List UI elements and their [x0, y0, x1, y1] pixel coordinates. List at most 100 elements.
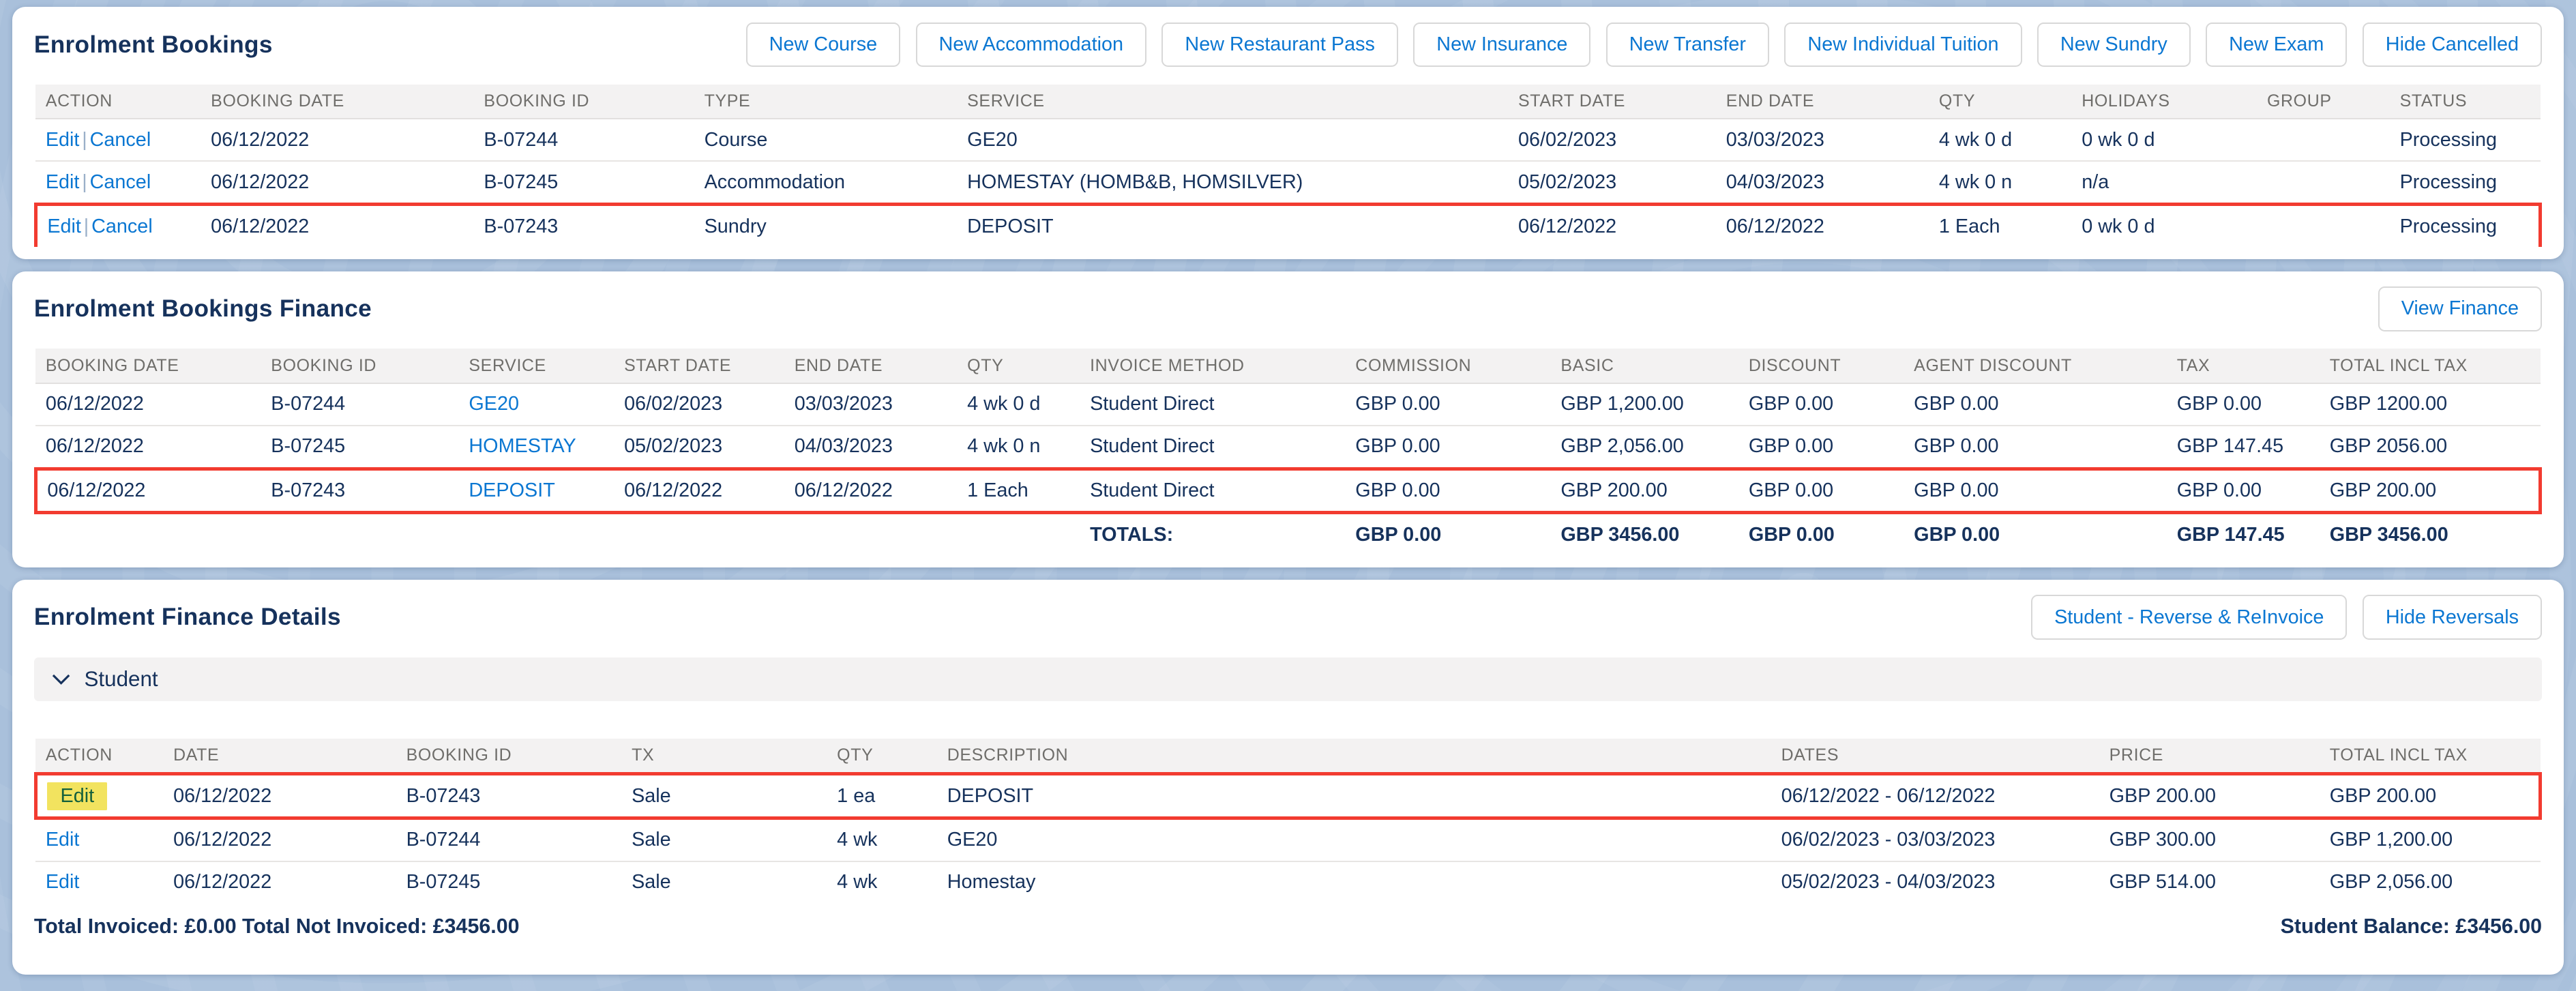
new-sundry-button[interactable]: New Sundry	[2037, 23, 2191, 68]
cell-dates: 06/02/2023 - 03/03/2023	[1771, 818, 2099, 861]
bookings-table: ACTIONBOOKING DATEBOOKING IDTYPESERVICES…	[34, 85, 2542, 247]
cell-qty: 4 wk 0 n	[1929, 161, 2072, 204]
table-row-flagged: Edit|Cancel06/12/2022B-07243SundryDEPOSI…	[35, 205, 2540, 247]
cell-booking-id: B-07244	[474, 119, 694, 161]
cell-basic: GBP 2,056.00	[1551, 426, 1738, 469]
link-separator: |	[79, 171, 89, 193]
cell-end-date: 04/03/2023	[1716, 161, 1929, 204]
cell-commission: GBP 0.00	[1346, 469, 1551, 513]
student-group-header[interactable]: Student	[34, 657, 2542, 701]
column-header-tx: TX	[622, 739, 827, 774]
cell-booking-id: B-07243	[474, 205, 694, 247]
cell-status: Processing	[2390, 205, 2540, 247]
cancel-link[interactable]: Cancel	[90, 171, 151, 193]
edit-link[interactable]: Edit	[46, 829, 80, 851]
hide-cancelled-button[interactable]: Hide Cancelled	[2363, 23, 2542, 68]
cell-booking-id: B-07245	[474, 161, 694, 204]
new-exam-button[interactable]: New Exam	[2206, 23, 2347, 68]
new-individual-tuition-button[interactable]: New Individual Tuition	[1784, 23, 2022, 68]
cell-agent-discount: GBP 0.00	[1904, 469, 2167, 513]
ge20-link[interactable]: GE20	[469, 393, 519, 415]
new-insurance-button[interactable]: New Insurance	[1413, 23, 1590, 68]
cell-commission: GBP 0.00	[1346, 383, 1551, 426]
cell-group	[2257, 205, 2390, 247]
edit-link[interactable]: Edit	[47, 782, 107, 810]
finance-title: Enrolment Bookings Finance	[34, 295, 372, 323]
cell-start-date: 06/12/2022	[1509, 205, 1717, 247]
column-header-discount: DISCOUNT	[1738, 349, 1904, 383]
cell-tax: GBP 0.00	[2167, 383, 2320, 426]
edit-link[interactable]: Edit	[46, 129, 80, 151]
column-header-total-incl-tax: TOTAL INCL TAX	[2320, 349, 2540, 383]
column-header-service: SERVICE	[459, 349, 615, 383]
homestay-link[interactable]: HOMESTAY	[469, 435, 576, 457]
cell-start-date	[615, 513, 785, 555]
table-row: 06/12/2022B-07245HOMESTAY05/02/202304/03…	[35, 426, 2540, 469]
column-header-price: PRICE	[2099, 739, 2320, 774]
table-row: Edit|Cancel06/12/2022B-07244CourseGE2006…	[35, 119, 2540, 161]
new-course-button[interactable]: New Course	[746, 23, 900, 68]
cell-holidays: 0 wk 0 d	[2072, 119, 2257, 161]
cell-description: GE20	[937, 818, 1771, 861]
column-header-qty: QTY	[958, 349, 1080, 383]
cell-booking-id	[261, 513, 459, 555]
column-header-date: DATE	[164, 739, 397, 774]
cell-qty: 4 wk 0 n	[958, 426, 1080, 469]
new-restaurant-pass-button[interactable]: New Restaurant Pass	[1161, 23, 1398, 68]
edit-link[interactable]: Edit	[47, 216, 81, 237]
cell-price: GBP 300.00	[2099, 818, 2320, 861]
cell-discount: GBP 0.00	[1738, 383, 1904, 426]
cell-start-date: 05/02/2023	[1509, 161, 1717, 204]
cell-status: Processing	[2390, 161, 2540, 204]
column-header-start-date: START DATE	[1509, 85, 1717, 119]
cell-date: 06/12/2022	[164, 774, 397, 818]
column-header-agent-discount: AGENT DISCOUNT	[1904, 349, 2167, 383]
cell-booking-id: B-07244	[261, 383, 459, 426]
new-transfer-button[interactable]: New Transfer	[1606, 23, 1769, 68]
student-reverse-reinvoice-button[interactable]: Student - Reverse & ReInvoice	[2031, 595, 2347, 640]
view-finance-button[interactable]: View Finance	[2378, 286, 2542, 331]
cell-price: GBP 514.00	[2099, 861, 2320, 903]
column-header-booking-date: BOOKING DATE	[35, 349, 261, 383]
cell-description: DEPOSIT	[937, 774, 1771, 818]
table-row: Edit|Cancel06/12/2022B-07245Accommodatio…	[35, 161, 2540, 204]
cell-total-incl-tax: GBP 2,056.00	[2320, 861, 2540, 903]
cell-action: Edit|Cancel	[35, 119, 201, 161]
cancel-link[interactable]: Cancel	[90, 129, 151, 151]
totals-row: TOTALS:GBP 0.00GBP 3456.00GBP 0.00GBP 0.…	[35, 513, 2540, 555]
hide-reversals-button[interactable]: Hide Reversals	[2363, 595, 2542, 640]
cell-booking-date: 06/12/2022	[35, 426, 261, 469]
column-header-invoice-method: INVOICE METHOD	[1080, 349, 1346, 383]
cell-tax: GBP 147.45	[2167, 426, 2320, 469]
cell-booking-date	[35, 513, 261, 555]
cell-service: GE20	[459, 383, 615, 426]
cell-qty: 1 ea	[827, 774, 938, 818]
column-header-qty: QTY	[827, 739, 938, 774]
cell-tax: GBP 147.45	[2167, 513, 2320, 555]
cell-total-incl-tax: GBP 2056.00	[2320, 426, 2540, 469]
cell-type: Sundry	[694, 205, 958, 247]
cancel-link[interactable]: Cancel	[91, 216, 153, 237]
edit-link[interactable]: Edit	[46, 871, 80, 893]
cell-start-date: 06/02/2023	[1509, 119, 1717, 161]
cell-holidays: 0 wk 0 d	[2072, 205, 2257, 247]
cell-qty: 1 Each	[958, 469, 1080, 513]
cell-service: HOMESTAY (HOMB&B, HOMSILVER)	[958, 161, 1509, 204]
cell-total-incl-tax: GBP 1,200.00	[2320, 818, 2540, 861]
deposit-link[interactable]: DEPOSIT	[469, 479, 554, 501]
bookings-toolbar: New Course New Accommodation New Restaur…	[746, 23, 2542, 68]
student-balance-text: Student Balance: £3456.00	[2281, 915, 2542, 938]
cell-start-date: 05/02/2023	[615, 426, 785, 469]
details-header: Enrolment Finance Details Student - Reve…	[34, 595, 2542, 640]
chevron-down-icon	[52, 673, 70, 685]
column-header-commission: COMMISSION	[1346, 349, 1551, 383]
link-separator: |	[81, 216, 91, 237]
cell-action: Edit|Cancel	[35, 161, 201, 204]
new-accommodation-button[interactable]: New Accommodation	[916, 23, 1147, 68]
cell-dates: 06/12/2022 - 06/12/2022	[1771, 774, 2099, 818]
cell-group	[2257, 161, 2390, 204]
edit-link[interactable]: Edit	[46, 171, 80, 193]
student-group-label: Student	[85, 667, 158, 692]
cell-tx: Sale	[622, 861, 827, 903]
cell-invoice-method: Student Direct	[1080, 383, 1346, 426]
